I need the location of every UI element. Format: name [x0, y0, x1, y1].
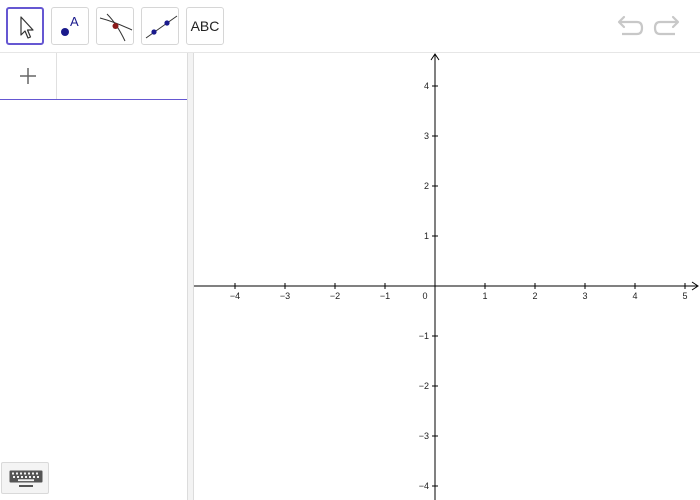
intersect-icon	[99, 13, 133, 42]
y-tick-label: −4	[419, 481, 429, 491]
add-item-button[interactable]	[0, 53, 57, 99]
x-tick-label: 2	[532, 291, 537, 301]
y-tick-label: 1	[424, 231, 429, 241]
x-tick-label: 4	[632, 291, 637, 301]
y-tick-label: −1	[419, 331, 429, 341]
undo-icon	[617, 15, 644, 36]
x-tick-label: 5	[682, 291, 687, 301]
x-tick-label: −2	[330, 291, 340, 301]
redo-icon	[653, 15, 680, 36]
y-tick-label: −2	[419, 381, 429, 391]
line-through-two-points-icon	[145, 15, 178, 39]
algebra-input-row	[0, 53, 187, 100]
algebra-view	[0, 53, 187, 500]
y-tick-label: −3	[419, 431, 429, 441]
x-tick-label: 1	[482, 291, 487, 301]
y-tick-label: 2	[424, 181, 429, 191]
keyboard-icon	[9, 470, 43, 487]
toolbar: A ABC	[0, 0, 700, 53]
plus-icon	[20, 68, 36, 84]
x-tick-label: −1	[380, 291, 390, 301]
keyboard-button[interactable]	[1, 462, 49, 494]
move-arrow-icon	[20, 16, 34, 39]
point-icon: A	[61, 14, 79, 36]
x-tick-label: −3	[280, 291, 290, 301]
undo-button[interactable]	[614, 12, 646, 42]
geogebra-app: A ABC −4 −3 −2 −1 1 2 3 4 5 4 3 2 1 −1 −…	[0, 0, 700, 500]
y-tick-label: 4	[424, 81, 429, 91]
redo-button[interactable]	[651, 12, 683, 42]
algebra-input[interactable]	[57, 53, 187, 99]
move-tool-button[interactable]	[6, 7, 44, 45]
panel-splitter[interactable]	[187, 53, 194, 500]
point-tool-button[interactable]: A	[51, 7, 89, 45]
line-tool-button[interactable]	[141, 7, 179, 45]
graphics-view[interactable]: −4 −3 −2 −1 1 2 3 4 5 4 3 2 1 −1 −2 −3 −4 0	[194, 53, 700, 500]
x-tick-label: −4	[230, 291, 240, 301]
x-tick-label: 3	[582, 291, 587, 301]
intersect-tool-button[interactable]	[96, 7, 134, 45]
text-tool-button[interactable]: ABC	[186, 7, 224, 45]
origin-label: 0	[422, 291, 427, 301]
coordinate-plane[interactable]: −4 −3 −2 −1 1 2 3 4 5 4 3 2 1 −1 −2 −3 −4 0	[194, 53, 700, 500]
y-tick-label: 3	[424, 131, 429, 141]
text-icon: ABC	[190, 18, 220, 34]
point-icon-label: A	[70, 14, 79, 29]
